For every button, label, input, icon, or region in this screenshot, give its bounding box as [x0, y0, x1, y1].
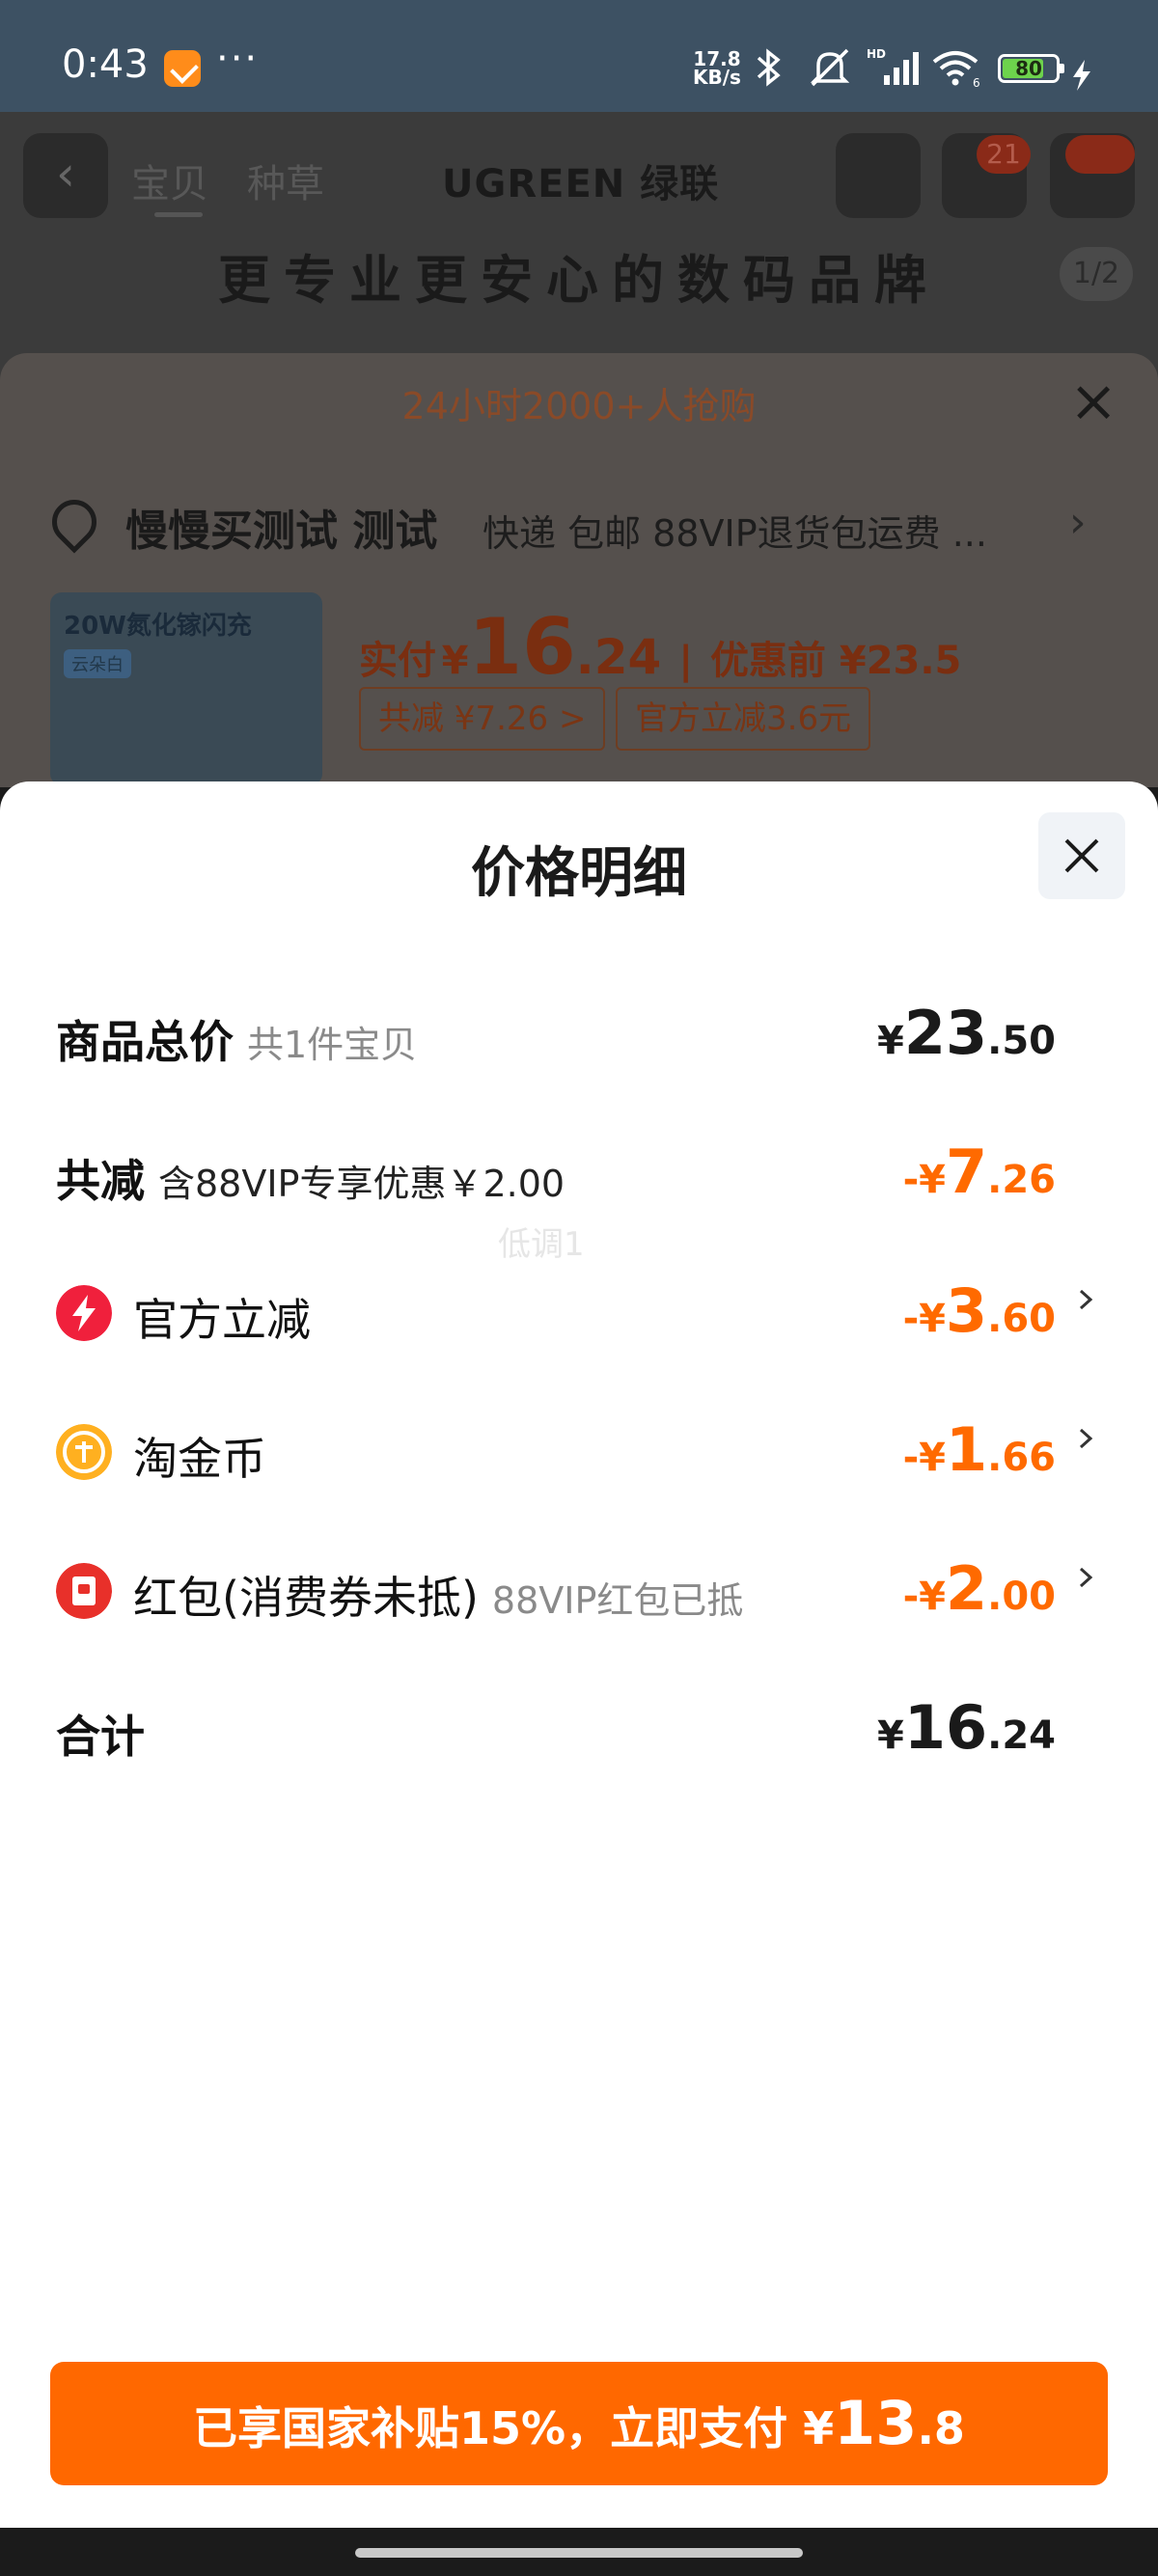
signal-icon: HD — [867, 47, 919, 85]
thumbnail-tag: 云朵白 — [64, 649, 131, 678]
image-pager: 1/2 — [1060, 247, 1133, 301]
chevron-right-icon — [1079, 1289, 1093, 1310]
red-packet-icon — [56, 1563, 112, 1619]
amount: ¥23.50 — [877, 998, 1056, 1068]
battery-icon: 80 — [998, 54, 1064, 83]
message-badge — [1065, 135, 1135, 174]
charging-icon — [1073, 60, 1090, 91]
rush-banner: 24小时2000+人抢购 — [401, 385, 757, 427]
chevron-right-icon — [1079, 1428, 1093, 1449]
close-icon[interactable]: × — [1069, 372, 1117, 430]
product-thumbnail[interactable]: 20W氮化镓闪充 云朵白 — [50, 592, 322, 785]
row-sum: 合计 ¥16.24 — [0, 1681, 1158, 1777]
bluetooth-icon — [757, 48, 781, 87]
back-button[interactable]: ‹ — [23, 133, 108, 218]
address-text[interactable]: 慢慢买测试 测试 — [125, 496, 437, 558]
wifi-icon: 6 — [932, 51, 980, 89]
svg-text:6: 6 — [973, 76, 980, 89]
pay-button[interactable]: 已享国家补贴15%，立即支付 ¥13.8 — [50, 2362, 1108, 2485]
amount: -¥3.60 — [902, 1275, 1056, 1346]
watermark: 低调1 — [498, 1225, 585, 1264]
chevron-right-icon — [1079, 1567, 1093, 1588]
amount: -¥1.66 — [902, 1414, 1056, 1485]
row-official-discount[interactable]: 官方立减 -¥3.60 — [0, 1264, 1158, 1360]
share-button[interactable] — [836, 133, 921, 218]
lightning-icon — [56, 1285, 112, 1341]
close-button[interactable] — [1038, 812, 1125, 899]
brand-slogan: 更专业更安心的数码品牌 — [218, 250, 940, 311]
price-summary: 实付 ¥16.24 | 优惠前 ¥23.5 — [359, 602, 962, 692]
coin-icon — [56, 1424, 112, 1480]
shipping-text: 快递 包邮 88VIP退货包运费 ... — [482, 512, 987, 555]
app-notification-icon — [164, 50, 201, 87]
close-icon — [1064, 838, 1099, 873]
home-indicator[interactable] — [355, 2548, 803, 2558]
tab-item[interactable]: 宝贝 — [131, 152, 208, 208]
row-label: 淘金币 — [133, 1433, 266, 1485]
row-label: 共减 含88VIP专享优惠￥2.00 — [56, 1155, 565, 1207]
amount: -¥2.00 — [902, 1553, 1056, 1624]
chevron-right-icon[interactable]: › — [1069, 498, 1087, 547]
status-bar: 0:43 ··· 17.8 KB/s HD 6 80 — [0, 0, 1158, 112]
purchase-panel: 24小时2000+人抢购 × 慢慢买测试 测试 快递 包邮 88VIP退货包运费… — [0, 353, 1158, 787]
row-label: 官方立减 — [133, 1294, 311, 1346]
background-product-page: ‹ 宝贝 种草 UGREEN 绿联 21 更专业更安心的数码品牌 1/2 24小… — [0, 112, 1158, 787]
tab-underline — [154, 212, 203, 217]
row-label: 红包(消费券未抵) 88VIP红包已抵 — [133, 1572, 744, 1624]
row-red-packet[interactable]: 红包(消费券未抵) 88VIP红包已抵 -¥2.00 — [0, 1542, 1158, 1638]
location-icon — [42, 490, 106, 554]
price-detail-sheet: 价格明细 商品总价 共1件宝贝 ¥23.50 共减 含88VIP专享优惠￥2.00 … — [0, 781, 1158, 2528]
brand-logo: UGREEN 绿联 — [442, 162, 720, 206]
mute-icon — [810, 48, 850, 87]
discount-chip[interactable]: 共减 ¥7.26 > — [359, 687, 606, 751]
svg-text:HD: HD — [867, 47, 886, 61]
tab-recommend[interactable]: 种草 — [247, 152, 324, 208]
row-total-discount: 共减 含88VIP专享优惠￥2.00 -¥7.26 — [0, 1125, 1158, 1221]
row-label: 商品总价 共1件宝贝 — [56, 1016, 418, 1068]
more-notifications-icon: ··· — [216, 37, 260, 81]
amount: ¥16.24 — [877, 1692, 1056, 1763]
sheet-title: 价格明细 — [471, 842, 687, 905]
status-time: 0:43 — [62, 42, 149, 87]
official-discount-chip: 官方立减3.6元 — [616, 687, 871, 751]
row-goods-total: 商品总价 共1件宝贝 ¥23.50 — [0, 986, 1158, 1082]
network-speed: 17.8 KB/s — [693, 47, 741, 89]
amount: -¥7.26 — [902, 1137, 1056, 1207]
cart-badge: 21 — [977, 135, 1031, 174]
thumbnail-title: 20W氮化镓闪充 — [64, 612, 252, 641]
row-label: 合计 — [56, 1711, 145, 1763]
row-taojinbi[interactable]: 淘金币 -¥1.66 — [0, 1403, 1158, 1499]
